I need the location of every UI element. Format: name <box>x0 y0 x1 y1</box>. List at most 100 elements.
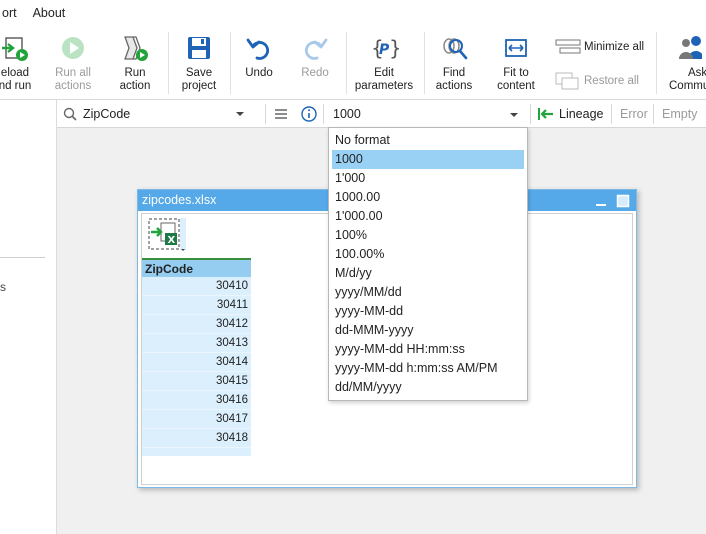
menu-bar: ort About <box>0 0 706 26</box>
info-icon[interactable] <box>300 105 318 123</box>
format-option-1000[interactable]: 1000 <box>332 150 524 169</box>
format-option-no-format[interactable]: No format <box>332 131 524 150</box>
fit-content-label-2: content <box>497 80 535 92</box>
table-row[interactable]: 30412 <box>142 315 251 334</box>
run-all-actions-button[interactable]: Run all actions <box>50 31 96 95</box>
format-option-yyyy-mm-dd[interactable]: yyyy-MM-dd <box>332 302 524 321</box>
format-option-yyyy-slash-mm-dd[interactable]: yyyy/MM/dd <box>332 283 524 302</box>
format-option-dd-mm-yyyy[interactable]: dd/MM/yyyy <box>332 378 524 397</box>
menu-item-export[interactable]: ort <box>0 0 25 26</box>
reload-run-icon <box>0 31 32 65</box>
ribbon-separator <box>424 32 425 94</box>
minimize-icon[interactable] <box>594 194 608 208</box>
run-action-label-2: action <box>119 80 151 92</box>
table-row[interactable]: 30413 <box>142 334 251 353</box>
run-action-icon <box>118 31 152 65</box>
reload-and-run-button[interactable]: eload nd run <box>0 31 34 95</box>
column-header-zipcode[interactable]: ZipCode <box>142 258 251 277</box>
maximize-icon[interactable] <box>616 194 630 208</box>
ask-community-label-2: Commu <box>669 80 706 92</box>
ribbon-separator <box>346 32 347 94</box>
left-panel-divider <box>0 257 45 258</box>
restore-all-icon <box>555 72 581 90</box>
column-search-box[interactable] <box>57 100 263 128</box>
fit-content-label-1: Fit to <box>503 67 529 79</box>
number-format-select[interactable]: 1000 <box>327 102 525 126</box>
chevron-down-icon[interactable] <box>235 109 245 119</box>
format-option-1-000[interactable]: 1'000 <box>332 169 524 188</box>
reload-run-label-1: eload <box>0 67 30 79</box>
table-row[interactable]: 30416 <box>142 391 251 410</box>
edit-parameters-label-2: parameters <box>354 80 414 92</box>
error-button[interactable]: Error <box>620 107 648 121</box>
chevron-down-icon <box>510 113 518 117</box>
fit-to-content-button[interactable]: Fit to content <box>492 31 540 95</box>
restore-all-label: Restore all <box>584 75 639 87</box>
ribbon-separator <box>656 32 657 94</box>
undo-button[interactable]: Undo <box>238 31 280 95</box>
format-toolbar: 1000 Lineage Error Empty <box>57 100 706 128</box>
run-all-label-2: actions <box>54 80 92 92</box>
redo-icon <box>298 31 332 65</box>
format-option-percent[interactable]: 100% <box>332 226 524 245</box>
redo-label: Redo <box>301 67 329 79</box>
format-option-m-d-yy[interactable]: M/d/yy <box>332 264 524 283</box>
find-icon <box>437 31 471 65</box>
minimize-all-button[interactable]: Minimize all <box>555 38 644 56</box>
toolbar-separator <box>611 104 612 124</box>
toolbar-separator <box>323 104 324 124</box>
fit-content-icon <box>499 31 533 65</box>
document-title-text: zipcodes.xlsx <box>142 193 217 207</box>
format-option-dd-mmm-yyyy[interactable]: dd-MMM-yyyy <box>332 321 524 340</box>
menu-item-about[interactable]: About <box>25 0 74 26</box>
column-search-input[interactable] <box>81 104 231 124</box>
excel-import-icon: X <box>148 218 186 251</box>
left-panel-text-fragment: s <box>0 280 6 294</box>
format-option-1000-00[interactable]: 1000.00 <box>332 188 524 207</box>
ribbon-separator <box>168 32 169 94</box>
table-row[interactable]: 30418 <box>142 429 251 448</box>
reload-run-label-2: nd run <box>0 80 32 92</box>
restore-all-button[interactable]: Restore all <box>555 72 639 90</box>
toolbar-separator <box>265 104 266 124</box>
search-icon <box>63 107 77 121</box>
table-row[interactable]: 30410 <box>142 277 251 296</box>
undo-icon <box>242 31 276 65</box>
empty-button[interactable]: Empty <box>662 107 697 121</box>
table-row[interactable]: 30414 <box>142 353 251 372</box>
table-row[interactable]: 30411 <box>142 296 251 315</box>
left-panel: s <box>0 100 57 534</box>
find-actions-label-1: Find <box>442 67 466 79</box>
find-actions-button[interactable]: Find actions <box>431 31 477 95</box>
svg-text:X: X <box>168 235 176 246</box>
undo-label: Undo <box>245 67 273 79</box>
format-option-percent-decimal[interactable]: 100.00% <box>332 245 524 264</box>
grid-filler <box>142 448 251 456</box>
run-action-button[interactable]: Run action <box>112 31 158 95</box>
run-all-label-1: Run all <box>55 67 91 79</box>
ribbon-toolbar: eload nd run Run all actions Run action … <box>0 26 706 100</box>
ask-community-button[interactable]: Ask Commu <box>666 31 706 95</box>
toolbar-separator <box>653 104 654 124</box>
list-icon[interactable] <box>272 105 290 123</box>
ribbon-separator <box>230 32 231 94</box>
lineage-button[interactable]: Lineage <box>559 107 604 121</box>
format-option-datetime-24h[interactable]: yyyy-MM-dd HH:mm:ss <box>332 340 524 359</box>
edit-parameters-label-1: Edit <box>374 67 394 79</box>
format-option-datetime-ampm[interactable]: yyyy-MM-dd h:mm:ss AM/PM <box>332 359 524 378</box>
community-icon <box>666 31 702 65</box>
table-row[interactable]: 30417 <box>142 410 251 429</box>
save-project-label-2: project <box>181 80 217 92</box>
minimize-all-label: Minimize all <box>584 41 645 53</box>
find-actions-label-2: actions <box>435 80 473 92</box>
save-project-label-1: Save <box>185 67 213 79</box>
redo-button[interactable]: Redo <box>294 31 336 95</box>
save-project-button[interactable]: Save project <box>176 31 222 95</box>
table-row[interactable]: 30415 <box>142 372 251 391</box>
svg-text:}: } <box>389 36 399 60</box>
edit-parameters-button[interactable]: {P} Edit parameters <box>352 31 416 95</box>
format-option-1-000-00[interactable]: 1'000.00 <box>332 207 524 226</box>
save-icon <box>182 31 216 65</box>
excel-source-action[interactable]: X <box>148 218 186 251</box>
ask-community-label-1: Ask <box>688 67 706 79</box>
